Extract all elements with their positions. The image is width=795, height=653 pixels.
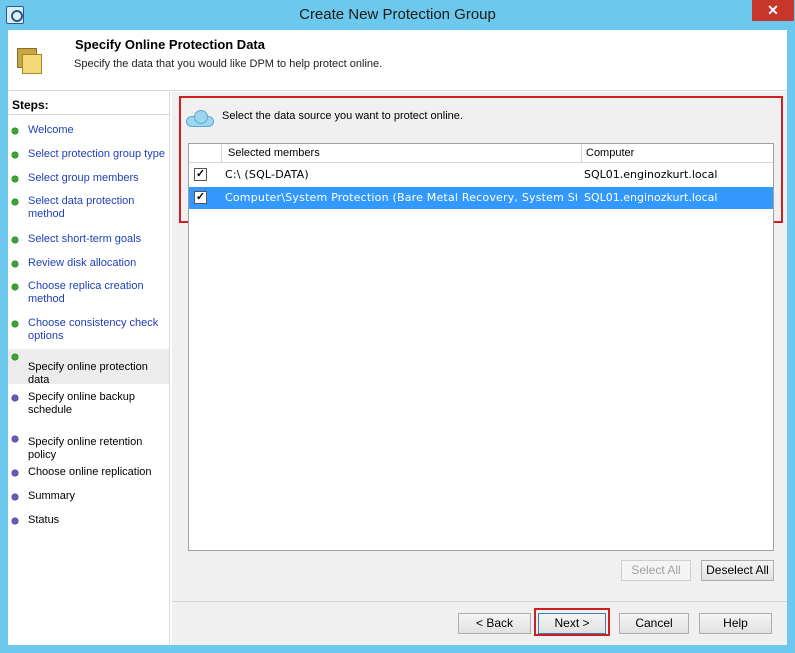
checkmark-icon: ✓ <box>195 168 206 180</box>
step-item-status: Status <box>8 514 169 530</box>
close-button[interactable]: ✕ <box>752 0 794 21</box>
step-label: Specify online protection data <box>28 361 148 386</box>
step-complete-icon <box>12 284 18 290</box>
window-title: Create New Protection Group <box>299 6 496 23</box>
step-label: Specify online retention policy <box>28 436 143 461</box>
steps-title: Steps: <box>12 98 49 112</box>
step-item-data-protection-method[interactable]: Select data protection method <box>8 195 169 223</box>
step-complete-icon <box>12 321 18 327</box>
row-checkbox[interactable]: ✓ <box>194 191 207 204</box>
step-complete-icon <box>12 152 18 158</box>
help-button[interactable]: Help <box>699 613 772 634</box>
step-pending-icon <box>12 470 18 476</box>
next-button[interactable]: Next > <box>538 613 606 634</box>
step-complete-icon <box>12 261 18 267</box>
back-button[interactable]: < Back <box>458 613 531 634</box>
step-complete-icon <box>12 176 18 182</box>
step-label: Summary <box>28 490 76 502</box>
title-bar[interactable]: Create New Protection Group ✕ <box>0 0 795 30</box>
step-item-summary: Summary <box>8 490 169 506</box>
wizard-header: Specify Online Protection Data Specify t… <box>8 30 787 91</box>
computer-cell: SQL01.enginozkurt.local <box>584 168 718 181</box>
table-row-selected[interactable]: ✓ Computer\System Protection (Bare Metal… <box>189 187 773 209</box>
step-pending-icon <box>12 395 18 401</box>
step-label: Status <box>28 514 60 526</box>
checkmark-icon: ✓ <box>195 191 206 203</box>
column-header-computer[interactable]: Computer <box>586 147 634 159</box>
step-item-replica-creation[interactable]: Choose replica creation method <box>8 280 169 308</box>
step-item-welcome[interactable]: Welcome <box>8 124 169 140</box>
instruction-text: Select the data source you want to prote… <box>222 110 463 122</box>
step-pending-icon <box>12 494 18 500</box>
step-label: Select group members <box>28 172 139 184</box>
steps-divider <box>8 114 169 115</box>
row-checkbox[interactable]: ✓ <box>194 168 207 181</box>
step-item-online-backup-schedule: Specify online backup schedule <box>8 391 169 419</box>
step-label: Choose online replication <box>28 466 152 478</box>
window-frame-right <box>787 30 795 653</box>
column-divider[interactable] <box>581 144 582 163</box>
step-complete-icon <box>12 199 18 205</box>
table-row[interactable]: ✓ C:\ (SQL-DATA) SQL01.enginozkurt.local <box>189 164 773 186</box>
main-panel: Select the data source you want to prote… <box>172 92 787 645</box>
cancel-button[interactable]: Cancel <box>619 613 689 634</box>
step-current-icon <box>12 354 18 360</box>
step-item-online-protection-data[interactable]: Specify online protection data <box>8 349 169 386</box>
step-complete-icon <box>12 237 18 243</box>
column-header-check[interactable] <box>189 144 222 163</box>
step-label: Choose replica creation method <box>28 280 144 305</box>
page-subtitle: Specify the data that you would like DPM… <box>74 58 383 70</box>
step-item-group-members[interactable]: Select group members <box>8 172 169 188</box>
deselect-all-button[interactable]: Deselect All <box>701 560 774 581</box>
member-cell: C:\ (SQL-DATA) <box>225 168 309 181</box>
step-label: Welcome <box>28 124 74 136</box>
cloud-icon <box>184 108 216 128</box>
step-item-online-retention-policy: Specify online retention policy <box>8 432 169 461</box>
step-item-protection-group-type[interactable]: Select protection group type <box>8 148 169 164</box>
footer-divider <box>172 601 787 602</box>
step-item-online-replication: Choose online replication <box>8 466 169 482</box>
member-cell: Computer\System Protection (Bare Metal R… <box>225 191 577 204</box>
page-title: Specify Online Protection Data <box>75 37 265 52</box>
steps-panel: Steps: Welcome Select protection group t… <box>8 92 170 645</box>
step-complete-icon <box>12 128 18 134</box>
step-item-consistency-check[interactable]: Choose consistency check options <box>8 317 169 345</box>
data-source-list[interactable]: Selected members Computer ✓ C:\ (SQL-DAT… <box>188 143 774 551</box>
step-label: Select data protection method <box>28 195 135 220</box>
step-pending-icon <box>12 436 18 442</box>
step-item-short-term-goals[interactable]: Select short-term goals <box>8 233 169 249</box>
step-label: Select protection group type <box>28 148 165 160</box>
step-label: Select short-term goals <box>28 233 142 245</box>
folders-icon <box>17 48 43 74</box>
column-header-members[interactable]: Selected members <box>228 147 320 159</box>
step-label: Specify online backup schedule <box>28 391 136 416</box>
window-frame-bottom <box>0 645 795 653</box>
window-frame-left <box>0 30 8 653</box>
step-pending-icon <box>12 518 18 524</box>
list-header: Selected members Computer <box>189 144 773 163</box>
computer-cell: SQL01.enginozkurt.local <box>584 191 718 204</box>
select-all-button[interactable]: Select All <box>621 560 691 581</box>
step-item-disk-allocation[interactable]: Review disk allocation <box>8 257 169 273</box>
step-label: Choose consistency check options <box>28 317 159 342</box>
step-label: Review disk allocation <box>28 257 137 269</box>
